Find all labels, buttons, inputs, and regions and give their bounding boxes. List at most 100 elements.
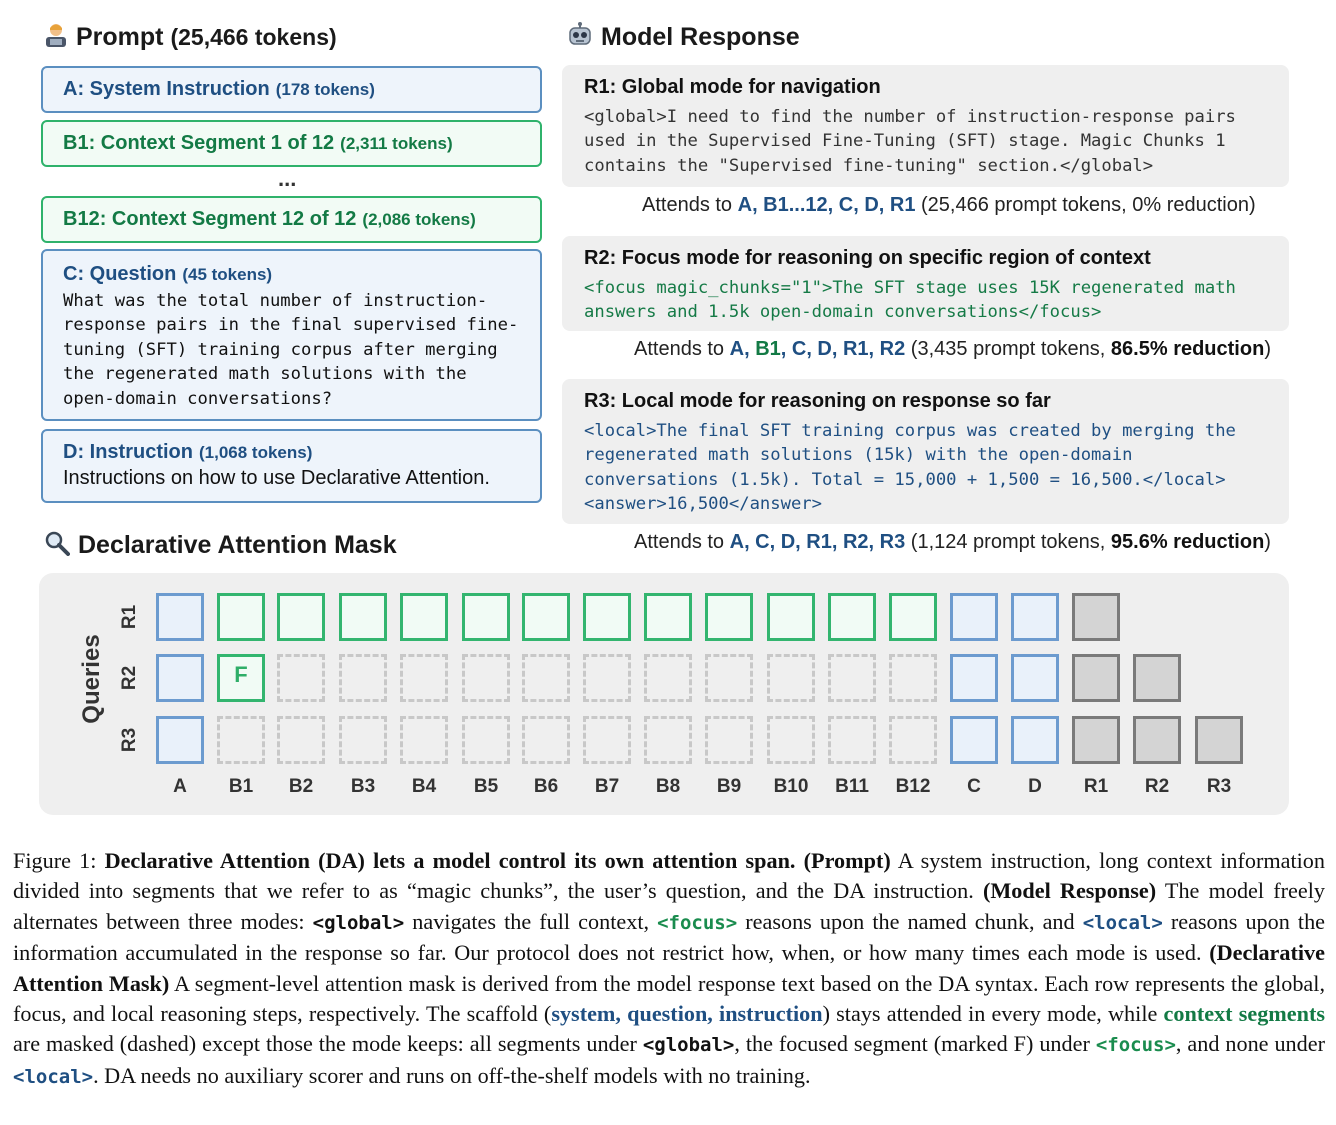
attends-end: )	[1264, 531, 1271, 553]
magnifier-icon	[44, 530, 70, 563]
mask-cell-r3-b4	[400, 716, 448, 764]
mask-cell-r2-b6	[522, 654, 570, 702]
r1-global-box: R1: Global mode for navigation <global>I…	[562, 65, 1289, 187]
column-label-b7: B7	[594, 776, 620, 797]
mask-cell-r1-b8	[644, 593, 692, 641]
column-label-b11: B11	[835, 776, 869, 797]
mask-cell-r3-b10	[767, 716, 815, 764]
mask-cell-r1-b10	[767, 593, 815, 641]
attends-end: )	[1264, 338, 1271, 360]
attends-a: A,	[729, 338, 756, 360]
box-token-count: (2,311 tokens)	[340, 134, 453, 153]
mask-cell-r3-c	[950, 716, 998, 764]
mask-cell-r1-b11	[828, 593, 876, 641]
prompt-token-count: (25,466 tokens)	[170, 24, 337, 50]
attends-sets: A, B1...12, C, D, R1	[737, 194, 916, 216]
column-label-b10: B10	[773, 776, 809, 797]
column-label-r3: R3	[1206, 776, 1232, 797]
mask-cell-r3-r1	[1072, 716, 1120, 764]
mask-cell-r3-b12	[889, 716, 937, 764]
mask-cell-r2-b3	[339, 654, 387, 702]
local-tag: <local>	[13, 1065, 94, 1088]
attends-b1: B1	[755, 338, 781, 360]
column-label-d: D	[1028, 776, 1042, 797]
prompt-title: Prompt	[76, 23, 164, 51]
column-label-b2: B2	[288, 776, 314, 797]
mask-cell-r2-b11	[828, 654, 876, 702]
response-header: Model Response	[567, 22, 800, 55]
column-label-c: C	[967, 776, 981, 797]
caption-text: navigates the full context,	[404, 908, 658, 934]
mask-cell-r1-b7	[583, 593, 631, 641]
question-box: C: Question (45 tokens) What was the tota…	[41, 249, 542, 421]
local-tag: <local>	[1082, 911, 1163, 934]
mask-cell-r2-b1: F	[217, 654, 265, 702]
box-title: B12: Context Segment 12 of 12	[63, 208, 357, 230]
column-label-b3: B3	[350, 776, 376, 797]
box-token-count: (45 tokens)	[182, 265, 273, 284]
mask-title: Declarative Attention Mask	[78, 531, 397, 559]
attends-reduction: 95.6% reduction	[1110, 531, 1265, 553]
mask-cell-r3-r3	[1195, 716, 1243, 764]
focus-tag: <focus>	[1095, 1034, 1176, 1057]
mask-cell-r3-r2	[1133, 716, 1181, 764]
caption-text: , and none under	[1175, 1031, 1325, 1057]
mask-cell-r1-b5	[462, 593, 510, 641]
queries-axis-label: Queries	[78, 634, 105, 724]
caption-context: context segments	[1163, 1001, 1325, 1027]
mask-cell-r3-a	[156, 716, 204, 764]
column-label-a: A	[173, 776, 187, 797]
r2-focus-box: R2: Focus mode for reasoning on specific…	[562, 236, 1289, 331]
column-label-b1: B1	[228, 776, 254, 797]
mask-cell-r1-r1	[1072, 593, 1120, 641]
r2-title: R2: Focus mode for reasoning on specific…	[584, 247, 1151, 269]
column-label-r2: R2	[1144, 776, 1170, 797]
box-title: A: System Instruction	[63, 78, 270, 100]
mask-cell-r3-b3	[339, 716, 387, 764]
mask-cell-r1-b1	[217, 593, 265, 641]
mask-cell-r2-b12	[889, 654, 937, 702]
mask-cell-r2-d	[1011, 654, 1059, 702]
mask-cell-r2-b4	[400, 654, 448, 702]
global-tag: <global>	[312, 911, 405, 934]
figure-caption: Figure 1: Declarative Attention (DA) let…	[13, 846, 1325, 1092]
mask-cell-r3-b1	[217, 716, 265, 764]
column-label-b8: B8	[655, 776, 681, 797]
r3-local-box: R3: Local mode for reasoning on response…	[562, 379, 1289, 524]
caption-text: reasons upon the named chunk, and	[737, 908, 1083, 934]
attends-prefix: Attends to	[634, 338, 730, 360]
focus-tag: <focus>	[657, 911, 738, 934]
r3-title: R3: Local mode for reasoning on response…	[584, 390, 1051, 412]
context-segment-1-box: B1: Context Segment 1 of 12 (2,311 tokens…	[41, 120, 542, 167]
mask-cell-r2-b10	[767, 654, 815, 702]
box-token-count: (2,086 tokens)	[362, 210, 476, 229]
r2-code: <focus magic_chunks="1">The SFT stage us…	[584, 278, 1236, 323]
mask-cell-r1-b6	[522, 593, 570, 641]
r2-attends: Attends to A, B1, C, D, R1, R2 (3,435 pr…	[634, 338, 1271, 361]
box-token-count: (178 tokens)	[275, 80, 375, 99]
attends-prefix: Attends to	[642, 194, 738, 216]
mask-cell-r2-c	[950, 654, 998, 702]
robot-icon	[567, 22, 593, 55]
box-title: D: Instruction	[63, 441, 193, 463]
mask-cell-r2-b7	[583, 654, 631, 702]
mask-cell-r1-a	[156, 593, 204, 641]
column-label-b12: B12	[895, 776, 931, 797]
instruction-text: Instructions on how to use Declarative A…	[63, 467, 490, 489]
column-label-b9: B9	[716, 776, 742, 797]
mask-cell-r2-b8	[644, 654, 692, 702]
caption-bold: Declarative Attention (DA) lets a model …	[104, 848, 891, 873]
column-label-r1: R1	[1083, 776, 1109, 797]
box-title: B1: Context Segment 1 of 12	[63, 132, 335, 154]
segments-ellipsis: ...	[278, 166, 297, 191]
mask-cell-r1-b3	[339, 593, 387, 641]
row-label-r3: R3	[119, 727, 140, 753]
row-label-r1: R1	[119, 604, 140, 630]
mask-cell-r3-b7	[583, 716, 631, 764]
row-label-r2: R2	[119, 665, 140, 691]
caption-text: are masked (dashed) except those the mod…	[13, 1031, 643, 1057]
mask-cell-r3-b9	[705, 716, 753, 764]
mask-cell-r1-d	[1011, 593, 1059, 641]
attends-rest: , C, D, R1, R2	[780, 338, 906, 360]
mask-cell-r3-b8	[644, 716, 692, 764]
